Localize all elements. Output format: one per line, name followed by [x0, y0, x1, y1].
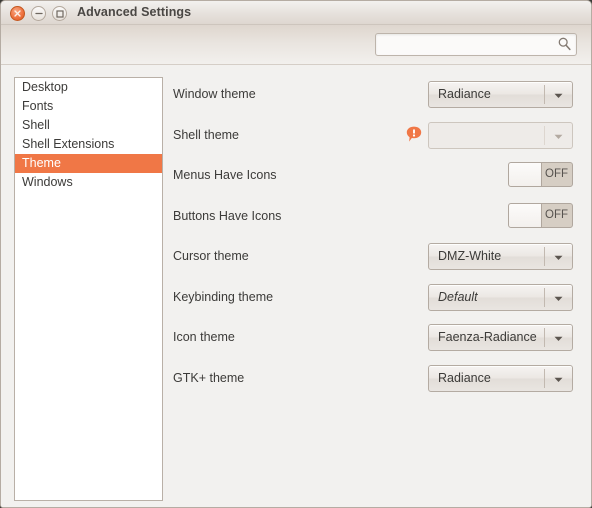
toolbar [1, 25, 591, 65]
chevron-down-icon [554, 93, 563, 98]
dropdown-value: DMZ-White [438, 249, 502, 263]
sidebar-item-windows[interactable]: Windows [15, 173, 162, 192]
menus-have-icons-toggle[interactable]: OFF [508, 162, 573, 187]
chevron-down-icon [554, 134, 563, 139]
setting-row-buttons-have-icons: Buttons Have Icons OFF [173, 199, 582, 240]
dropdown-separator [544, 85, 545, 104]
dropdown-value: Radiance [438, 370, 491, 385]
maximize-icon [55, 9, 64, 18]
setting-row-menus-have-icons: Menus Have Icons OFF [173, 158, 582, 199]
dropdown-value: Radiance [438, 87, 491, 101]
setting-label: GTK+ theme [173, 370, 245, 385]
search-input[interactable] [382, 34, 552, 55]
toggle-knob [509, 203, 542, 227]
cursor-theme-dropdown[interactable]: DMZ-White [428, 243, 573, 270]
toggle-state-label: OFF [545, 208, 568, 221]
sidebar-item-label: Shell Extensions [22, 137, 115, 151]
maximize-button[interactable] [52, 6, 67, 21]
sidebar-item-label: Shell [22, 118, 50, 132]
setting-label: Window theme [173, 87, 256, 101]
setting-label: Cursor theme [173, 249, 249, 263]
minimize-icon [34, 12, 43, 15]
sidebar-item-fonts[interactable]: Fonts [15, 97, 162, 116]
setting-row-shell-theme: Shell theme [173, 118, 582, 159]
chevron-down-icon [554, 336, 563, 341]
close-button[interactable] [10, 6, 25, 21]
dropdown-value: Default [438, 289, 478, 304]
sidebar-item-label: Fonts [22, 99, 54, 113]
window-title: Advanced Settings [77, 5, 192, 19]
dropdown-separator [544, 287, 545, 307]
setting-row-window-theme: Window theme Radiance [173, 77, 582, 118]
icon-theme-dropdown[interactable]: Faenza-Radiance [428, 324, 573, 351]
setting-label: Buttons Have Icons [173, 208, 282, 223]
toggle-knob [509, 163, 542, 186]
window-titlebar: Advanced Settings [1, 1, 591, 25]
setting-label: Keybinding theme [173, 289, 274, 304]
setting-row-cursor-theme: Cursor theme DMZ-White [173, 239, 582, 280]
setting-row-keybinding-theme: Keybinding theme Default [173, 280, 582, 321]
search-box[interactable] [375, 33, 577, 56]
buttons-have-icons-toggle[interactable]: OFF [508, 202, 573, 228]
setting-row-icon-theme: Icon theme Faenza-Radiance [173, 320, 582, 361]
warning-exclamation-icon [406, 126, 422, 142]
category-list[interactable]: Desktop Fonts Shell Shell Extensions The… [14, 77, 163, 501]
chevron-down-icon [554, 255, 563, 260]
window-theme-dropdown[interactable]: Radiance [428, 81, 573, 108]
dropdown-separator [544, 368, 545, 388]
sidebar-item-label: Windows [22, 175, 73, 189]
shell-theme-dropdown[interactable] [428, 121, 573, 149]
dropdown-separator [544, 247, 545, 266]
close-icon [14, 10, 21, 17]
sidebar-item-label: Desktop [22, 80, 68, 94]
settings-panel: Window theme Radiance Shell theme Menus … [173, 77, 582, 401]
setting-label: Icon theme [173, 330, 235, 344]
search-icon[interactable] [558, 37, 571, 51]
chevron-down-icon [554, 377, 563, 382]
sidebar-item-label: Theme [22, 156, 61, 170]
minimize-button[interactable] [31, 6, 46, 21]
sidebar-item-theme[interactable]: Theme [15, 154, 162, 173]
gtk-theme-dropdown[interactable]: Radiance [428, 364, 573, 392]
setting-label: Shell theme [173, 127, 240, 142]
advanced-settings-window: Advanced Settings Desktop Fonts Shell Sh… [0, 0, 592, 508]
content-area: Desktop Fonts Shell Shell Extensions The… [1, 65, 591, 507]
setting-label: Menus Have Icons [173, 168, 277, 182]
dropdown-separator [544, 125, 545, 145]
chevron-down-icon [554, 296, 563, 301]
setting-row-gtk-theme: GTK+ theme Radiance [173, 361, 582, 402]
toggle-state-label: OFF [545, 168, 568, 180]
sidebar-item-shell[interactable]: Shell [15, 116, 162, 135]
keybinding-theme-dropdown[interactable]: Default [428, 283, 573, 311]
sidebar-item-shell-extensions[interactable]: Shell Extensions [15, 135, 162, 154]
dropdown-value: Faenza-Radiance [438, 330, 537, 344]
sidebar-item-desktop[interactable]: Desktop [15, 78, 162, 97]
dropdown-separator [544, 328, 545, 347]
